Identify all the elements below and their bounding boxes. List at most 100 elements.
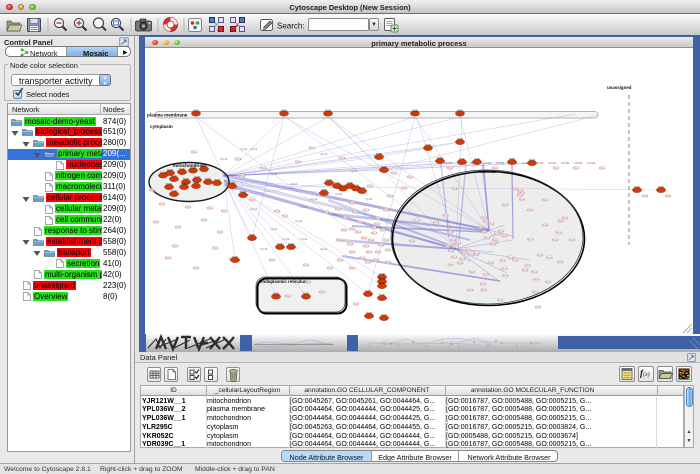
svg-text:Ybx-b: Ybx-b bbox=[537, 254, 544, 257]
svg-text:Ybx-b: Ybx-b bbox=[191, 151, 198, 154]
svg-text:Ybx-b: Ybx-b bbox=[447, 167, 454, 170]
svg-text:Ygr-4b: Ygr-4b bbox=[250, 208, 258, 211]
svg-text:Ygr-4b: Ygr-4b bbox=[260, 248, 268, 251]
svg-text:Ylr29c: Ylr29c bbox=[376, 153, 383, 156]
svg-text:Ygr-4b: Ygr-4b bbox=[290, 183, 298, 186]
svg-text:Ylr29c: Ylr29c bbox=[229, 182, 236, 185]
svg-text:Ylr29c: Ylr29c bbox=[321, 189, 328, 192]
svg-text:Ybx-b: Ybx-b bbox=[309, 147, 316, 150]
svg-text:Ylr29c: Ylr29c bbox=[214, 179, 221, 182]
svg-text:Ylr29c: Ylr29c bbox=[437, 157, 444, 160]
svg-text:Ylr29c: Ylr29c bbox=[379, 282, 386, 285]
svg-text:Ybx-b: Ybx-b bbox=[557, 220, 564, 223]
svg-text:Ylr29c: Ylr29c bbox=[381, 314, 388, 317]
svg-text:Ylr29c: Ylr29c bbox=[359, 187, 366, 190]
svg-text:Ybx-b: Ybx-b bbox=[342, 217, 349, 220]
svg-text:Ybx-b: Ybx-b bbox=[385, 249, 392, 252]
svg-text:Ylr29c: Ylr29c bbox=[288, 243, 295, 246]
svg-text:Ylr29c: Ylr29c bbox=[240, 191, 247, 194]
svg-text:Ybx-b: Ybx-b bbox=[483, 220, 490, 223]
svg-text:Ylr29c: Ylr29c bbox=[183, 178, 190, 181]
svg-text:Ybx-b: Ybx-b bbox=[542, 224, 549, 227]
svg-text:Ybx-b: Ybx-b bbox=[569, 239, 576, 242]
svg-text:Ylr29c: Ylr29c bbox=[193, 182, 200, 185]
svg-text:Ylr29c: Ylr29c bbox=[273, 292, 280, 295]
svg-text:Ybx-b: Ybx-b bbox=[323, 211, 330, 214]
svg-text:Ylr29c: Ylr29c bbox=[303, 292, 310, 295]
svg-text:Ybx-b: Ybx-b bbox=[274, 210, 281, 213]
svg-text:Ybx-b: Ybx-b bbox=[487, 262, 494, 265]
svg-text:Ylr29c: Ylr29c bbox=[205, 178, 212, 181]
svg-text:Ylr29c: Ylr29c bbox=[190, 166, 197, 169]
svg-text:Ygr-4b: Ygr-4b bbox=[300, 206, 308, 209]
svg-text:Ybx-b: Ybx-b bbox=[448, 250, 455, 253]
svg-text:Ybx-b: Ybx-b bbox=[519, 198, 526, 201]
svg-text:Ylr29c: Ylr29c bbox=[509, 158, 516, 161]
svg-text:Ybx-b: Ybx-b bbox=[492, 167, 499, 170]
svg-text:Ybx-b: Ybx-b bbox=[282, 215, 289, 218]
svg-text:Ybx-b: Ybx-b bbox=[480, 289, 487, 292]
svg-text:Ygr-4b: Ygr-4b bbox=[270, 228, 278, 231]
svg-text:Ybx-b: Ybx-b bbox=[445, 245, 452, 248]
svg-text:Ygr-4b: Ygr-4b bbox=[240, 148, 248, 151]
svg-text:Ylr29c: Ylr29c bbox=[474, 158, 481, 161]
svg-text:Ygr-4b: Ygr-4b bbox=[270, 173, 278, 176]
svg-text:Ybx-b: Ybx-b bbox=[522, 269, 529, 272]
svg-text:Ylr29c: Ylr29c bbox=[412, 109, 419, 112]
svg-text:Ybx-b: Ybx-b bbox=[207, 207, 214, 210]
svg-text:Ylr29c: Ylr29c bbox=[425, 144, 432, 147]
svg-text:Ybx-b: Ybx-b bbox=[349, 267, 356, 270]
svg-text:Ybx-b: Ybx-b bbox=[481, 231, 488, 234]
svg-text:Ybx-b: Ybx-b bbox=[478, 226, 485, 229]
svg-text:Ybx-b: Ybx-b bbox=[501, 267, 508, 270]
svg-text:Ybx-b: Ybx-b bbox=[455, 242, 462, 245]
svg-text:Ylr29c: Ylr29c bbox=[529, 159, 536, 162]
svg-text:Ygr-4b: Ygr-4b bbox=[320, 248, 328, 251]
svg-text:Ylr29c: Ylr29c bbox=[160, 171, 167, 174]
svg-text:GO:004: GO:004 bbox=[483, 162, 492, 165]
svg-text:Ybx-b: Ybx-b bbox=[553, 167, 560, 170]
svg-text:GO:004: GO:004 bbox=[444, 162, 453, 165]
svg-text:Ylr29c: Ylr29c bbox=[381, 166, 388, 169]
svg-text:Ybx-b: Ybx-b bbox=[562, 217, 569, 220]
svg-text:Ylr29c: Ylr29c bbox=[277, 243, 284, 246]
svg-text:Ybx-b: Ybx-b bbox=[546, 256, 553, 259]
svg-text:Ybx-b: Ybx-b bbox=[341, 229, 348, 232]
svg-text:Ybx-b: Ybx-b bbox=[531, 271, 538, 274]
svg-text:Ylr29c: Ylr29c bbox=[194, 176, 201, 179]
svg-text:Ygr-4b: Ygr-4b bbox=[310, 198, 318, 201]
svg-text:Ybx-b: Ybx-b bbox=[337, 259, 344, 262]
svg-text:Ybx-b: Ybx-b bbox=[221, 210, 228, 213]
svg-text:Ygr-4b: Ygr-4b bbox=[350, 170, 358, 173]
svg-text:Ybx-b: Ybx-b bbox=[498, 230, 505, 233]
svg-text:Ylr29c: Ylr29c bbox=[457, 109, 464, 112]
svg-text:Ybx-b: Ybx-b bbox=[327, 267, 334, 270]
svg-text:Ybx-b: Ybx-b bbox=[165, 257, 172, 260]
svg-text:Ybx-b: Ybx-b bbox=[465, 249, 472, 252]
svg-text:Ylr29c: Ylr29c bbox=[166, 183, 173, 186]
svg-text:Ybx-b: Ybx-b bbox=[260, 167, 267, 170]
svg-text:Ybx-b: Ybx-b bbox=[533, 279, 540, 282]
svg-text:Ygr-4b: Ygr-4b bbox=[282, 238, 290, 241]
svg-text:Ylr29c: Ylr29c bbox=[459, 158, 466, 161]
svg-text:Ybx-b: Ybx-b bbox=[642, 195, 649, 198]
svg-text:Ylr29c: Ylr29c bbox=[326, 179, 333, 182]
svg-text:Ybx-b: Ybx-b bbox=[535, 306, 542, 309]
svg-text:Ybx-b: Ybx-b bbox=[451, 256, 458, 259]
svg-text:Ybx-b: Ybx-b bbox=[185, 206, 192, 209]
svg-text:endoplasmic reticulum: endoplasmic reticulum bbox=[260, 279, 308, 284]
svg-text:Ybx-b: Ybx-b bbox=[461, 252, 468, 255]
svg-text:Ybx-b: Ybx-b bbox=[363, 245, 370, 248]
svg-text:Ybx-b: Ybx-b bbox=[447, 263, 454, 266]
svg-text:Ybx-b: Ybx-b bbox=[599, 167, 606, 170]
svg-text:Ybx-b: Ybx-b bbox=[407, 176, 414, 179]
svg-text:Ybx-b: Ybx-b bbox=[335, 208, 342, 211]
svg-text:Ybx-b: Ybx-b bbox=[383, 239, 390, 242]
svg-text:Ybx-b: Ybx-b bbox=[497, 299, 504, 302]
svg-text:Ybx-b: Ybx-b bbox=[375, 217, 382, 220]
svg-text:Ybx-b: Ybx-b bbox=[442, 215, 449, 218]
svg-text:Ybx-b: Ybx-b bbox=[665, 195, 672, 198]
svg-text:Ybx-b: Ybx-b bbox=[349, 251, 356, 254]
svg-text:Ybx-b: Ybx-b bbox=[305, 281, 312, 284]
svg-text:cytoplasm: cytoplasm bbox=[150, 124, 173, 129]
